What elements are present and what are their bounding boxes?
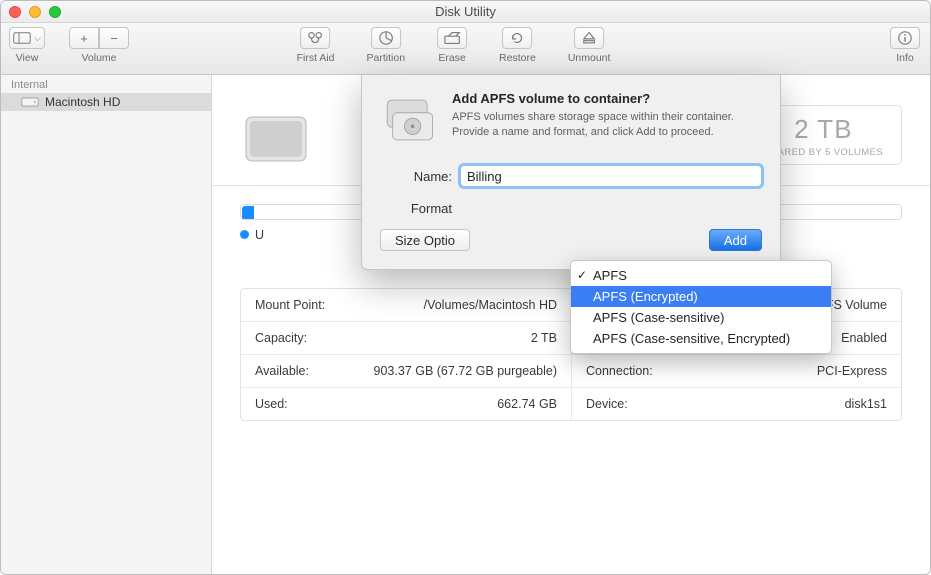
info-row: Mount Point: /Volumes/Macintosh HD — [241, 289, 571, 322]
window-title: Disk Utility — [435, 4, 496, 19]
minimize-window-button[interactable] — [29, 6, 41, 18]
erase-button[interactable] — [437, 27, 467, 49]
pie-icon — [377, 30, 395, 46]
sidebar-item-label: Macintosh HD — [45, 95, 120, 109]
format-option-label: APFS (Encrypted) — [593, 289, 698, 304]
unmount-label: Unmount — [568, 52, 611, 64]
format-option-apfs-case-enc[interactable]: APFS (Case-sensitive, Encrypted) — [571, 328, 831, 349]
zoom-window-button[interactable] — [49, 6, 61, 18]
restore-label: Restore — [499, 52, 536, 64]
volume-label: Volume — [81, 52, 116, 64]
main-pane: 2 TB SHARED BY 5 VOLUMES U Free 835.66 G… — [212, 75, 930, 574]
info-val: 903.37 GB (67.72 GB purgeable) — [374, 364, 557, 378]
info-key: Used: — [255, 397, 288, 411]
add-button[interactable]: Add — [709, 229, 762, 251]
sidebar: Internal Macintosh HD — [1, 75, 212, 574]
swatch-blue — [240, 230, 249, 239]
hdd-icon — [21, 95, 39, 109]
info-val: PCI-Express — [817, 364, 887, 378]
format-option-label: APFS (Case-sensitive, Encrypted) — [593, 331, 790, 346]
info-row: Device: disk1s1 — [571, 388, 901, 420]
sheet-subtitle: APFS volumes share storage space within … — [452, 110, 762, 140]
erase-icon — [443, 30, 461, 46]
sheet-title: Add APFS volume to container? — [452, 91, 762, 106]
toolbar-view-group: ⌵ View — [9, 27, 45, 64]
info-row: Capacity: 2 TB — [241, 322, 571, 355]
sheet-form: Name: Format Size Optio Cancel Add — [380, 165, 762, 251]
volume-hero-icon — [240, 95, 340, 175]
remove-volume-button[interactable]: − — [99, 27, 129, 49]
name-label: Name: — [380, 169, 452, 184]
size-options-button[interactable]: Size Optio — [380, 229, 470, 251]
format-option-label: APFS (Case-sensitive) — [593, 310, 724, 325]
legend-used: U — [240, 228, 264, 242]
info-key: Mount Point: — [255, 298, 325, 312]
format-select[interactable] — [460, 197, 762, 219]
info-key: Capacity: — [255, 331, 307, 345]
restore-icon — [508, 30, 526, 46]
info-val: 2 TB — [531, 331, 557, 345]
info-val: /Volumes/Macintosh HD — [424, 298, 557, 312]
format-option-label: APFS — [593, 268, 627, 283]
stethoscope-icon — [307, 30, 325, 46]
capacity-value: 2 TB — [764, 114, 883, 145]
disk-stack-icon — [380, 91, 438, 149]
first-aid-button[interactable] — [301, 27, 331, 49]
capacity-sub: SHARED BY 5 VOLUMES — [764, 147, 883, 158]
sidebar-header-internal: Internal — [1, 75, 211, 93]
toolbar-info-group: Info — [890, 27, 920, 64]
format-option-apfs-case[interactable]: APFS (Case-sensitive) — [571, 307, 831, 328]
info-label: Info — [896, 52, 914, 64]
disk-utility-window: Disk Utility ⌵ View + − Volume — [0, 0, 931, 575]
titlebar: Disk Utility — [1, 1, 930, 23]
checkmark-icon: ✓ — [577, 268, 587, 282]
info-val: 662.74 GB — [497, 397, 557, 411]
restore-button[interactable] — [502, 27, 532, 49]
add-volume-sheet: Add APFS volume to container? APFS volum… — [361, 75, 781, 270]
info-key: Connection: — [586, 364, 653, 378]
minus-icon: − — [110, 31, 118, 46]
add-volume-button[interactable]: + — [69, 27, 99, 49]
name-input[interactable] — [460, 165, 762, 187]
info-row: Available: 903.37 GB (67.72 GB purgeable) — [241, 355, 571, 388]
usage-seg-used — [242, 206, 254, 220]
partition-button[interactable] — [371, 27, 401, 49]
body: Internal Macintosh HD 2 TB SHARED BY 5 V… — [1, 75, 930, 574]
info-row: Used: 662.74 GB — [241, 388, 571, 420]
view-button[interactable]: ⌵ — [9, 27, 45, 49]
sidebar-item-macintosh-hd[interactable]: Macintosh HD — [1, 93, 211, 111]
chevron-down-icon: ⌵ — [34, 33, 41, 44]
toolbar-center: First Aid Partition Erase Restore — [297, 27, 635, 64]
toolbar: ⌵ View + − Volume First Aid — [1, 23, 930, 75]
format-dropdown[interactable]: ✓ APFS APFS (Encrypted) APFS (Case-sensi… — [570, 260, 832, 354]
traffic-lights — [9, 6, 61, 18]
format-label: Format — [380, 201, 452, 216]
first-aid-label: First Aid — [297, 52, 335, 64]
close-window-button[interactable] — [9, 6, 21, 18]
sidebar-icon — [13, 30, 31, 46]
info-key: Available: — [255, 364, 309, 378]
info-key: Device: — [586, 397, 628, 411]
unmount-button[interactable] — [574, 27, 604, 49]
info-val: Enabled — [841, 331, 887, 345]
plus-icon: + — [80, 31, 88, 46]
info-val: disk1s1 — [845, 397, 887, 411]
erase-label: Erase — [438, 52, 465, 64]
partition-label: Partition — [367, 52, 406, 64]
info-icon — [896, 30, 914, 46]
info-button[interactable] — [890, 27, 920, 49]
eject-icon — [580, 30, 598, 46]
view-label: View — [16, 52, 39, 64]
toolbar-volume-group: + − Volume — [69, 27, 129, 64]
info-row: Connection: PCI-Express — [571, 355, 901, 388]
legend-used-label: U — [255, 228, 264, 242]
format-option-apfs[interactable]: ✓ APFS — [571, 265, 831, 286]
format-option-apfs-encrypted[interactable]: APFS (Encrypted) — [571, 286, 831, 307]
